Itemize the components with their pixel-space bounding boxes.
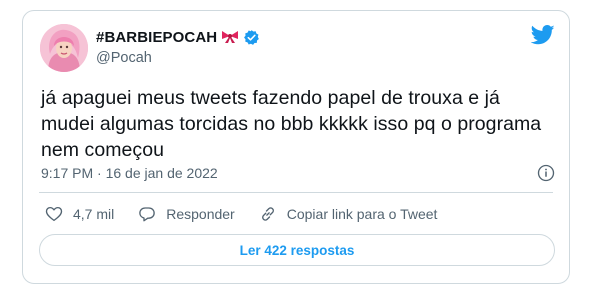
avatar[interactable] bbox=[40, 24, 88, 72]
heart-icon bbox=[45, 206, 63, 222]
divider bbox=[39, 192, 553, 193]
read-replies-button[interactable]: Ler 422 respostas bbox=[39, 234, 555, 266]
author-handle[interactable]: @Pocah bbox=[96, 50, 152, 66]
like-button[interactable]: 4,7 mil bbox=[45, 205, 114, 223]
copy-link-label: Copiar link para o Tweet bbox=[286, 206, 438, 222]
tweet-text: já apaguei meus tweets fazendo papel de … bbox=[41, 87, 542, 161]
tweet-timestamp[interactable]: 9:17 PM · 16 de jan de 2022 bbox=[41, 165, 218, 181]
ribbon-bow-icon bbox=[221, 30, 239, 44]
speech-bubble-icon bbox=[139, 207, 156, 222]
tweet-actions: 4,7 mil Responder Copiar link para o Twe… bbox=[45, 205, 437, 223]
copy-link-button[interactable]: Copiar link para o Tweet bbox=[259, 205, 438, 223]
display-name[interactable]: #BARBIEPOCAH bbox=[96, 29, 217, 46]
avatar-photo bbox=[40, 24, 88, 72]
author-name-row[interactable]: #BARBIEPOCAH bbox=[96, 28, 260, 46]
info-icon[interactable] bbox=[537, 164, 555, 182]
verified-badge-icon bbox=[243, 29, 260, 46]
twitter-bird-icon[interactable] bbox=[530, 25, 555, 45]
reply-label: Responder bbox=[166, 206, 235, 222]
tweet-card: #BARBIEPOCAH @Pocah já apaguei meus twee… bbox=[22, 10, 570, 284]
reply-button[interactable]: Responder bbox=[138, 205, 235, 223]
link-icon bbox=[261, 207, 274, 221]
like-count: 4,7 mil bbox=[73, 206, 115, 222]
